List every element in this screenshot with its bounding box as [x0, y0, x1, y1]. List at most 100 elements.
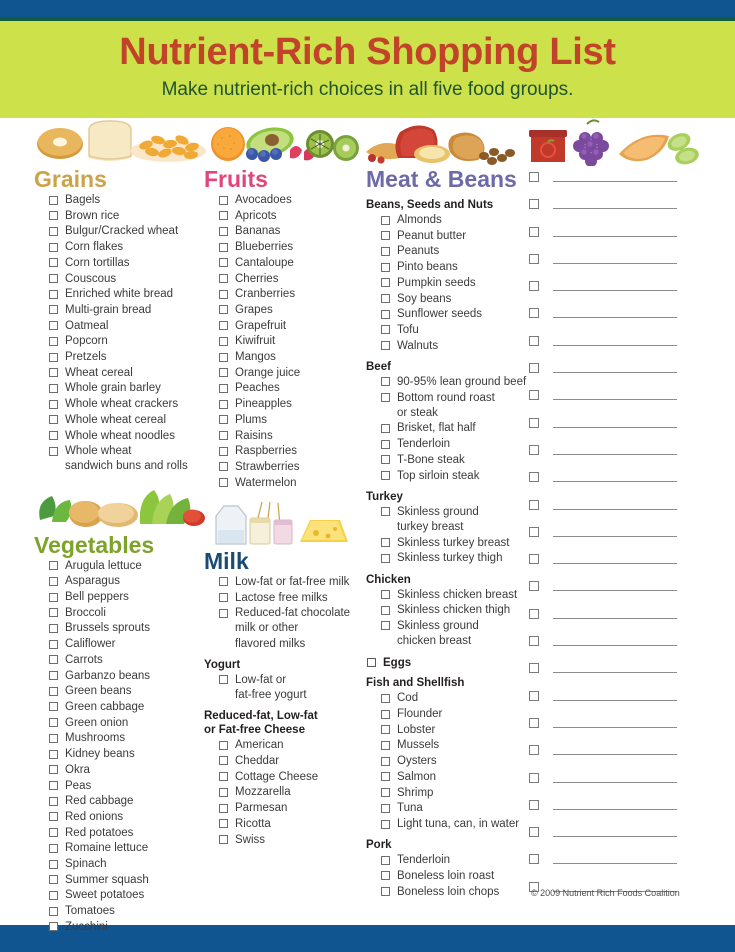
- list-item[interactable]: Skinless chicken thigh: [380, 603, 531, 618]
- checkbox-icon[interactable]: [381, 471, 390, 481]
- checkbox-icon[interactable]: [529, 854, 539, 865]
- checkbox-icon[interactable]: [529, 281, 539, 292]
- list-item[interactable]: Tuna: [380, 801, 531, 816]
- list-item[interactable]: Cherries: [218, 272, 364, 287]
- write-in-rule[interactable]: [553, 863, 677, 865]
- checkbox-icon[interactable]: [381, 621, 390, 631]
- write-in-rule[interactable]: [553, 372, 677, 374]
- checkbox-icon[interactable]: [219, 803, 228, 813]
- checkbox-icon[interactable]: [219, 383, 228, 393]
- checkbox-icon[interactable]: [219, 321, 228, 331]
- list-item[interactable]: Mussels: [380, 738, 531, 753]
- checkbox-icon[interactable]: [49, 671, 58, 681]
- list-item[interactable]: Low-fat or fat-free yogurt: [218, 673, 364, 703]
- list-item[interactable]: Mangos: [218, 350, 364, 365]
- checkbox-icon[interactable]: [49, 749, 58, 759]
- checkbox-icon[interactable]: [381, 709, 390, 719]
- write-in-rule[interactable]: [553, 590, 677, 592]
- checkbox-icon[interactable]: [529, 308, 539, 319]
- checkbox-icon[interactable]: [49, 383, 58, 393]
- write-in-rule[interactable]: [553, 481, 677, 483]
- list-item[interactable]: Whole wheat cereal: [48, 413, 206, 428]
- list-item[interactable]: Walnuts: [380, 339, 531, 354]
- checkbox-icon[interactable]: [49, 258, 58, 268]
- list-item[interactable]: Avocadoes: [218, 193, 364, 208]
- blank-line-row[interactable]: [527, 412, 707, 439]
- checkbox-icon[interactable]: [49, 336, 58, 346]
- list-item[interactable]: Blueberries: [218, 240, 364, 255]
- checkbox-icon[interactable]: [381, 553, 390, 563]
- checkbox-icon[interactable]: [219, 593, 228, 603]
- blank-line-row[interactable]: [527, 302, 707, 329]
- checkbox-icon[interactable]: [219, 274, 228, 284]
- list-item[interactable]: Whole wheat noodles: [48, 429, 206, 444]
- checkbox-icon[interactable]: [381, 693, 390, 703]
- checkbox-icon[interactable]: [49, 576, 58, 586]
- checkbox-icon[interactable]: [219, 258, 228, 268]
- write-in-rule[interactable]: [553, 672, 677, 674]
- list-item[interactable]: Tomatoes: [48, 904, 206, 919]
- checkbox-icon[interactable]: [49, 859, 58, 869]
- list-item[interactable]: Bottom round roast or steak: [380, 391, 531, 421]
- checkbox-icon[interactable]: [219, 756, 228, 766]
- checkbox-icon[interactable]: [529, 581, 539, 592]
- write-in-rule[interactable]: [553, 317, 677, 319]
- blank-line-row[interactable]: [527, 439, 707, 466]
- blank-line-row[interactable]: [527, 821, 707, 848]
- list-item[interactable]: Brussels sprouts: [48, 621, 206, 636]
- list-item[interactable]: Shrimp: [380, 786, 531, 801]
- checkbox-icon[interactable]: [219, 446, 228, 456]
- checkbox-icon[interactable]: [49, 415, 58, 425]
- checkbox-icon[interactable]: [219, 462, 228, 472]
- checkbox-icon[interactable]: [381, 756, 390, 766]
- list-item[interactable]: Peanuts: [380, 244, 531, 259]
- list-item[interactable]: Flounder: [380, 707, 531, 722]
- checkbox-icon[interactable]: [529, 799, 539, 810]
- checkbox-icon[interactable]: [219, 608, 228, 618]
- write-in-rule[interactable]: [553, 344, 677, 346]
- checkbox-icon[interactable]: [381, 231, 390, 241]
- list-item[interactable]: Whole grain barley: [48, 381, 206, 396]
- checkbox-icon[interactable]: [529, 608, 539, 619]
- list-item[interactable]: Low-fat or fat-free milk: [218, 575, 364, 590]
- checkbox-icon[interactable]: [49, 195, 58, 205]
- list-item[interactable]: Green beans: [48, 684, 206, 699]
- write-in-rule[interactable]: [553, 645, 677, 647]
- checkbox-icon[interactable]: [49, 446, 58, 456]
- blank-line-row[interactable]: [527, 685, 707, 712]
- checkbox-icon[interactable]: [381, 740, 390, 750]
- list-item[interactable]: Raisins: [218, 429, 364, 444]
- blank-line-row[interactable]: [527, 848, 707, 875]
- checkbox-icon[interactable]: [529, 444, 539, 455]
- checkbox-icon[interactable]: [49, 765, 58, 775]
- list-item[interactable]: Corn flakes: [48, 240, 206, 255]
- list-item[interactable]: Bananas: [218, 224, 364, 239]
- blank-write-in-list[interactable]: [527, 166, 707, 903]
- checkbox-icon[interactable]: [381, 393, 390, 403]
- checkbox-icon[interactable]: [381, 262, 390, 272]
- blank-line-row[interactable]: [527, 739, 707, 766]
- list-item[interactable]: Arugula lettuce: [48, 559, 206, 574]
- list-item[interactable]: Cantaloupe: [218, 256, 364, 271]
- blank-line-row[interactable]: [527, 221, 707, 248]
- write-in-rule[interactable]: [553, 617, 677, 619]
- checkbox-icon[interactable]: [219, 289, 228, 299]
- checkbox-icon[interactable]: [49, 623, 58, 633]
- checkbox-icon[interactable]: [381, 538, 390, 548]
- list-item[interactable]: Sunflower seeds: [380, 307, 531, 322]
- list-item[interactable]: Lobster: [380, 723, 531, 738]
- checkbox-icon[interactable]: [49, 431, 58, 441]
- checkbox-icon[interactable]: [49, 655, 58, 665]
- checkbox-icon[interactable]: [381, 246, 390, 256]
- list-item[interactable]: Carrots: [48, 653, 206, 668]
- list-item[interactable]: Green onion: [48, 716, 206, 731]
- checkbox-icon[interactable]: [49, 608, 58, 618]
- list-item[interactable]: Summer squash: [48, 873, 206, 888]
- checkbox-icon[interactable]: [381, 887, 390, 897]
- list-item[interactable]: Okra: [48, 763, 206, 778]
- write-in-rule[interactable]: [553, 181, 677, 182]
- checkbox-icon[interactable]: [49, 906, 58, 916]
- checkbox-icon[interactable]: [49, 305, 58, 315]
- list-item[interactable]: Sweet potatoes: [48, 888, 206, 903]
- checkbox-icon[interactable]: [529, 663, 539, 674]
